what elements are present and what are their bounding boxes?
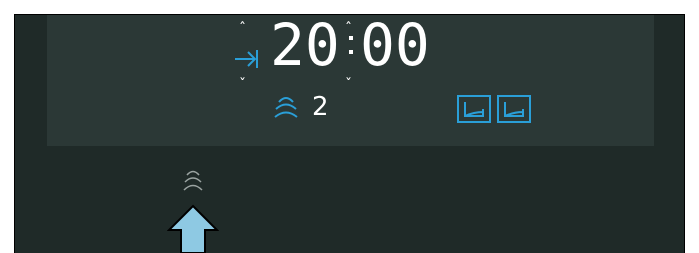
steam-icon[interactable]: [271, 92, 301, 122]
chevron-up-icon[interactable]: ˆ: [345, 22, 352, 36]
arrow-to-bar-icon[interactable]: [233, 48, 259, 70]
chevron-up-icon[interactable]: ˆ: [239, 22, 246, 36]
time-colon: [349, 36, 353, 56]
chevron-down-icon[interactable]: ˇ: [345, 78, 352, 92]
steam-icon: [183, 170, 203, 191]
steam-level-value: 2: [312, 92, 329, 122]
hours-display[interactable]: 20: [270, 16, 340, 74]
up-arrow-icon: [167, 204, 219, 253]
drip-tray-icon[interactable]: [497, 95, 531, 123]
chevron-down-icon[interactable]: ˇ: [239, 78, 246, 92]
water-tank-icon[interactable]: [457, 95, 491, 123]
minutes-display[interactable]: 00: [360, 16, 430, 74]
